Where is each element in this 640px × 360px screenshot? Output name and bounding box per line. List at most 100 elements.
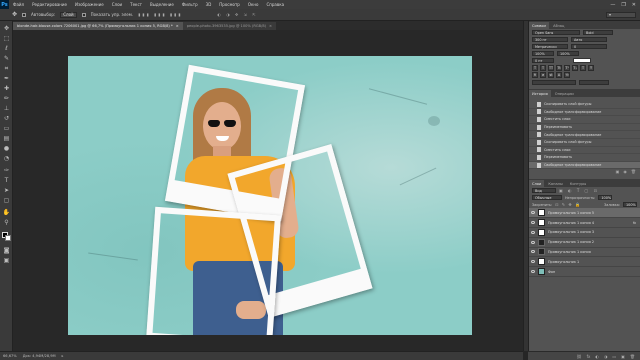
fx-badge[interactable]: fx (633, 221, 636, 225)
underline-button[interactable]: T (580, 64, 586, 71)
fraction-button[interactable]: ½ (564, 71, 570, 78)
font-size-field[interactable]: 300 пт (532, 37, 568, 42)
vertical-scale-field[interactable]: 100% (532, 51, 554, 56)
opacity-field[interactable]: 100% (598, 195, 613, 201)
kerning-field[interactable]: Метрически (532, 44, 568, 49)
tab-paragraph[interactable]: Абзац (550, 22, 567, 29)
trash-icon[interactable]: 🗑 (631, 169, 636, 175)
screen-mode-icon[interactable]: ▣ (3, 257, 10, 264)
eraser-tool-icon[interactable]: ▭ (3, 125, 10, 132)
faux-bold-button[interactable]: T (532, 64, 538, 71)
move-tool-icon[interactable]: ✥ (12, 11, 17, 18)
tab-close-icon[interactable]: × (269, 24, 272, 28)
new-layer-icon[interactable]: ▣ (621, 354, 625, 359)
tab-document-active[interactable]: blonde-hair-blouse-colors 7206001.jpg @ … (13, 22, 183, 30)
font-style-field[interactable]: Bold (583, 30, 613, 35)
history-item[interactable]: Скопировать слой фигуры (529, 139, 640, 147)
background-color[interactable] (5, 235, 11, 241)
layer-kind-filter[interactable]: Вид (532, 188, 556, 194)
3d-mode-icons[interactable]: ◐ ◑ ✥ ⇲ ⇱ (217, 12, 257, 17)
history-item[interactable]: Сместить слои (529, 116, 640, 124)
tab-channels[interactable]: Каналы (545, 180, 565, 187)
antialias-field[interactable] (579, 80, 609, 85)
tab-history[interactable]: История (529, 90, 551, 97)
faux-italic-button[interactable]: T (540, 64, 546, 71)
all-caps-button[interactable]: TT (548, 64, 554, 71)
crop-tool-icon[interactable]: ⌗ (3, 65, 10, 72)
tab-character[interactable]: Символ (529, 22, 550, 29)
menu-file[interactable]: Файл (9, 2, 28, 7)
history-item[interactable]: Переименовать (529, 154, 640, 162)
eye-icon[interactable] (531, 260, 535, 264)
layer-row[interactable]: Прямоугольник 1 копия 4 fx (529, 218, 640, 228)
eyedropper-tool-icon[interactable]: ✒ (3, 75, 10, 82)
font-family-field[interactable]: Open Sans (532, 30, 580, 35)
eye-icon[interactable] (531, 270, 535, 274)
history-item[interactable]: Скопировать слой фигуры (529, 101, 640, 109)
layer-row-selected[interactable]: Прямоугольник 1 копия 5 (529, 208, 640, 219)
ordinal-button[interactable]: A (556, 71, 562, 78)
layer-row-background[interactable]: Фон (529, 267, 640, 277)
quick-select-tool-icon[interactable]: ✎ (3, 55, 10, 62)
trash-icon[interactable]: 🗑 (630, 354, 635, 359)
tab-document-2[interactable]: people-photo-3963535.jpg @ 100% (RGB/8) … (182, 22, 277, 30)
layer-filter-icons[interactable]: ▣ ◐ T ▢ ⊡ (559, 188, 599, 193)
history-item[interactable]: Свободное трансформирование (529, 109, 640, 117)
shape-tool-icon[interactable]: ▢ (3, 197, 10, 204)
menu-layer[interactable]: Слои (108, 2, 126, 7)
tab-layers[interactable]: Слои (529, 180, 545, 188)
quick-mask-icon[interactable]: ◙ (3, 247, 10, 254)
align-icons[interactable]: ▮▮▮ ▮▮▮ ▮▮▮ (138, 12, 182, 17)
superscript-button[interactable]: T¹ (564, 64, 570, 71)
eye-icon[interactable] (531, 250, 535, 254)
menu-edit[interactable]: Редактирование (28, 2, 71, 7)
autoselect-checkbox[interactable] (22, 12, 27, 17)
blur-tool-icon[interactable]: ● (3, 145, 10, 152)
fx-icon[interactable]: fx (587, 354, 591, 359)
autoselect-dropdown[interactable]: Слой (60, 11, 77, 18)
lock-icons[interactable]: ⊡ ✎ ✥ 🔒 (555, 202, 581, 207)
layer-row[interactable]: Прямоугольник 1 (529, 257, 640, 268)
ligature-button[interactable]: fi (532, 71, 538, 78)
pen-tool-icon[interactable]: ✑ (3, 167, 10, 174)
menu-image[interactable]: Изображение (71, 2, 108, 7)
menu-help[interactable]: Справка (262, 2, 288, 7)
menu-select[interactable]: Выделение (146, 2, 178, 7)
baseline-shift-field[interactable]: 0 пт (532, 58, 554, 63)
document-canvas[interactable] (68, 56, 472, 335)
polaroid-frame-bottom[interactable] (144, 206, 282, 335)
tab-paths[interactable]: Контуры (567, 180, 589, 187)
zoom-tool-icon[interactable]: ⚲ (3, 219, 10, 226)
menu-type[interactable]: Текст (126, 2, 146, 7)
hand-tool-icon[interactable]: ✋ (3, 209, 10, 216)
layer-row[interactable]: Прямоугольник 1 копия 2 (529, 238, 640, 248)
link-layers-icon[interactable]: ⛓ (577, 354, 582, 359)
camera-icon[interactable]: ◉ (623, 169, 627, 175)
healing-tool-icon[interactable]: ✚ (3, 85, 10, 92)
eye-icon[interactable] (531, 211, 535, 215)
zoom-level[interactable]: 66,67% (3, 354, 17, 358)
type-tool-icon[interactable]: T (3, 177, 10, 184)
language-field[interactable] (532, 80, 576, 85)
snapshot-icon[interactable]: ▣ (616, 169, 620, 175)
close-window-button[interactable]: ✕ (632, 2, 636, 8)
folder-icon[interactable]: ▭ (612, 354, 616, 359)
menu-view[interactable]: Просмотр (215, 2, 244, 7)
eye-icon[interactable] (531, 230, 535, 234)
history-item[interactable]: Переименовать (529, 124, 640, 132)
eye-icon[interactable] (531, 240, 535, 244)
color-swatches[interactable] (2, 232, 11, 241)
maximize-button[interactable]: ❐ (621, 2, 625, 8)
path-select-tool-icon[interactable]: ➤ (3, 187, 10, 194)
eye-icon[interactable] (531, 221, 535, 225)
blend-mode-dropdown[interactable]: Обычные (532, 195, 562, 201)
mask-icon[interactable]: ◐ (595, 354, 599, 359)
leading-field[interactable]: Авто (571, 37, 607, 42)
marquee-tool-icon[interactable]: ⬚ (3, 35, 10, 42)
gradient-tool-icon[interactable]: ▤ (3, 135, 10, 142)
subscript-button[interactable]: T₁ (572, 64, 578, 71)
tab-close-icon[interactable]: × (176, 24, 179, 28)
history-item-selected[interactable]: Свободное трансформирование (529, 161, 640, 170)
strikethrough-button[interactable]: Ŧ (588, 64, 594, 71)
horizontal-scale-field[interactable]: 100% (557, 51, 579, 56)
